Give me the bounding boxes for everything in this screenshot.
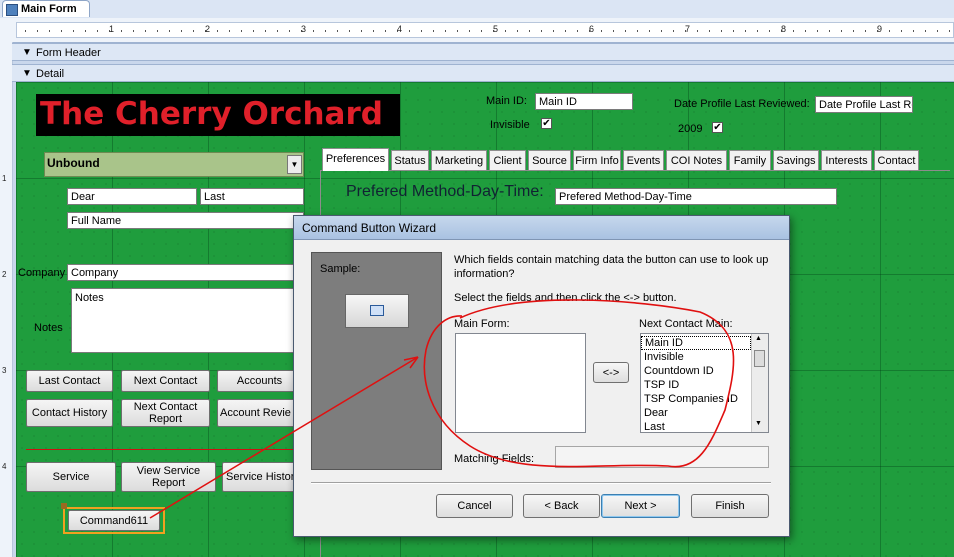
annotation-arrow-line <box>149 356 419 519</box>
annotation-arrowhead <box>403 356 419 369</box>
annotation-circle <box>423 299 735 468</box>
red-annotation-overlay <box>149 299 735 519</box>
